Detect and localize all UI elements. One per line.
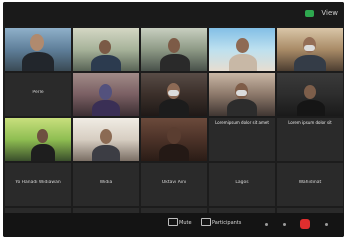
face-mask <box>236 90 247 96</box>
participant-name-tile[interactable]: Wahidinat <box>277 163 343 206</box>
microphone-icon[interactable] <box>168 218 178 226</box>
participant-name: Lorem ipsum dolor sit <box>288 120 332 125</box>
more-icon[interactable] <box>265 223 268 226</box>
participant-name: Loremipsum dolor sit amet <box>215 120 269 125</box>
participant-silhouette <box>159 99 189 116</box>
participant-video-tile[interactable] <box>209 73 275 116</box>
view-button[interactable]: View <box>321 9 338 17</box>
participant-silhouette <box>297 100 325 116</box>
participant-silhouette <box>159 144 189 161</box>
participant-name-tile[interactable]: Widia <box>73 163 139 206</box>
participant-video-tile[interactable] <box>141 118 207 161</box>
participant-video-tile[interactable] <box>209 28 275 71</box>
speaker-view-icon[interactable] <box>305 10 314 17</box>
participant-name-tile[interactable]: Perle <box>5 73 71 116</box>
participant-face <box>99 40 111 54</box>
participant-video-tile[interactable] <box>5 118 71 161</box>
reactions-icon[interactable] <box>325 223 328 226</box>
mute-button[interactable]: Mute <box>179 220 192 226</box>
participant-silhouette <box>92 100 120 116</box>
participant-silhouette <box>22 52 54 71</box>
participant-silhouette <box>294 55 326 71</box>
participant-video-tile[interactable] <box>73 118 139 161</box>
participant-name: Oktavi Aini <box>161 180 187 185</box>
meeting-window: View Perle Loremipsum dolor sit amet Lor… <box>3 2 344 237</box>
participant-name: Perle <box>32 90 44 95</box>
face-mask <box>304 45 315 51</box>
participant-name: Widia <box>99 180 113 185</box>
participant-name-tile[interactable]: Lagos <box>209 163 275 206</box>
face-mask <box>168 90 179 96</box>
participant-face <box>168 38 180 53</box>
share-icon[interactable] <box>283 223 286 226</box>
top-bar: View <box>3 2 344 26</box>
participant-video-tile[interactable] <box>141 73 207 116</box>
participant-video-tile[interactable] <box>73 28 139 71</box>
participant-video-tile[interactable] <box>5 28 71 71</box>
participant-name: Yo Hanadi Widiawan <box>15 180 61 185</box>
participant-video-tile[interactable] <box>277 28 343 71</box>
participants-button[interactable]: Participants <box>212 220 241 226</box>
participant-face <box>99 84 112 100</box>
participants-icon[interactable] <box>201 218 211 226</box>
participant-face <box>236 38 249 53</box>
participant-name-tile[interactable]: Oktavi Aini <box>141 163 207 206</box>
participant-grid: Perle Loremipsum dolor sit amet Lorem ip… <box>5 28 343 237</box>
participant-name-tile[interactable]: Lorem ipsum dolor sit <box>277 118 343 161</box>
participant-face <box>30 34 44 51</box>
participant-silhouette <box>227 99 257 116</box>
participant-silhouette <box>229 54 257 71</box>
participant-video-tile[interactable] <box>277 73 343 116</box>
participant-face <box>304 85 316 99</box>
participant-silhouette <box>92 145 120 161</box>
participant-face <box>37 129 48 143</box>
end-meeting-button[interactable] <box>300 219 310 229</box>
participant-video-tile[interactable] <box>141 28 207 71</box>
meeting-controls-bar: Mute Participants <box>3 213 344 237</box>
participant-silhouette <box>160 54 190 71</box>
participant-face <box>167 127 181 144</box>
participant-name: Wahidinat <box>298 180 322 185</box>
participant-name-tile[interactable]: Loremipsum dolor sit amet <box>209 118 275 161</box>
participant-name: Lagos <box>235 180 249 185</box>
participant-video-tile[interactable] <box>73 73 139 116</box>
participant-name-tile[interactable]: Yo Hanadi Widiawan <box>5 163 71 206</box>
participant-face <box>100 129 112 144</box>
participant-silhouette <box>31 144 55 161</box>
participant-silhouette <box>91 55 121 71</box>
